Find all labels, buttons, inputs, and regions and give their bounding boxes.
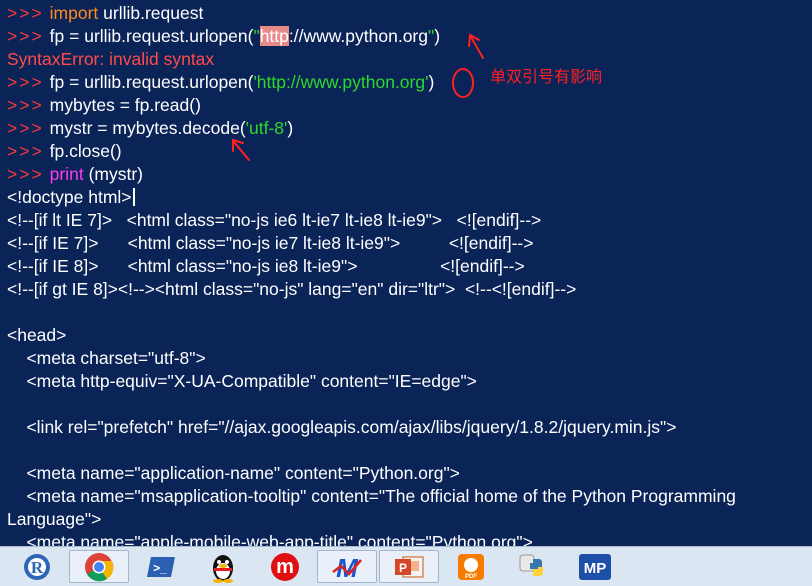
annotation-marks <box>232 33 484 161</box>
powershell-icon: >_ <box>147 556 175 577</box>
svg-text:MP: MP <box>584 560 607 577</box>
circle-mark-icon <box>452 68 474 98</box>
powerpoint-icon: P <box>395 556 424 577</box>
taskbar-powershell[interactable]: >_ <box>131 550 191 583</box>
taskbar-python[interactable] <box>503 550 563 583</box>
m-app-icon: m <box>271 552 299 581</box>
taskbar-m-logo-app[interactable]: M <box>317 550 377 583</box>
arrow-icon <box>233 141 250 161</box>
svg-text:PDF: PDF <box>465 574 477 580</box>
taskbar-pdf-app[interactable]: PDF <box>441 550 501 583</box>
svg-text:>_: >_ <box>153 561 167 575</box>
pdf-icon: PDF <box>458 553 484 580</box>
taskbar-powerpoint[interactable]: P <box>379 550 439 583</box>
python-shell[interactable]: >>> import urllib.request >>> fp = urllib.… <box>0 0 812 546</box>
r-app-icon: R <box>24 553 50 580</box>
taskbar: R >_ m M P PDF MP <box>0 546 812 586</box>
taskbar-chrome[interactable] <box>69 550 129 583</box>
taskbar-m-app[interactable]: m <box>255 550 315 583</box>
svg-text:R: R <box>31 558 44 577</box>
taskbar-r-app[interactable]: R <box>7 550 67 583</box>
taskbar-mp-app[interactable]: MP <box>565 550 625 583</box>
svg-text:m: m <box>276 556 294 578</box>
mp-app-icon: MP <box>579 553 611 580</box>
qq-penguin-icon <box>213 554 233 583</box>
python-icon <box>519 554 543 576</box>
taskbar-qq[interactable] <box>193 550 253 583</box>
m-logo-icon: M <box>332 553 362 582</box>
chrome-icon <box>85 552 114 581</box>
arrow-icon <box>470 36 484 59</box>
annotation-note: 单双引号有影响 <box>490 69 603 86</box>
svg-text:P: P <box>399 561 407 575</box>
